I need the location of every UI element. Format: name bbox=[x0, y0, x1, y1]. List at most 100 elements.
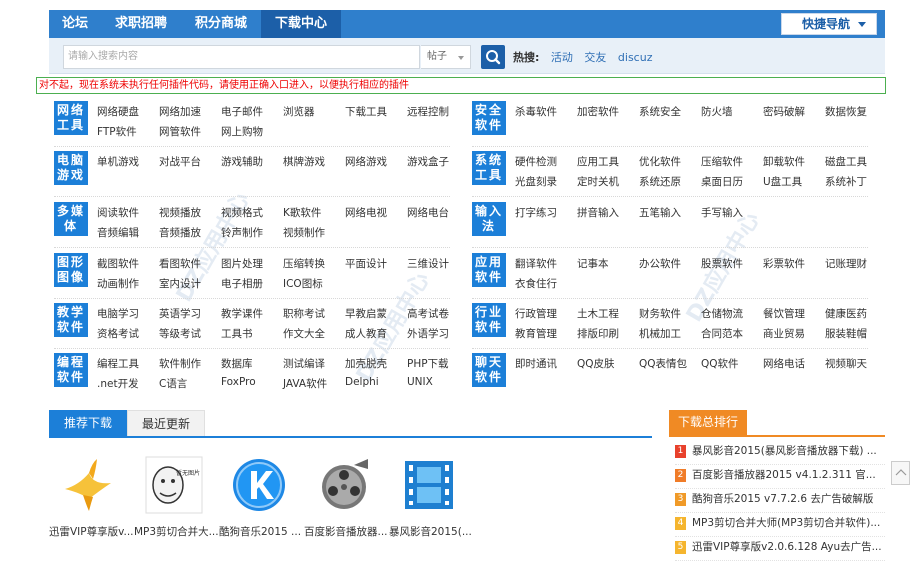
category-label[interactable]: 输入法 bbox=[472, 202, 506, 236]
category-label[interactable]: 聊天 软件 bbox=[472, 353, 506, 387]
category-link[interactable]: 卸载软件 bbox=[763, 154, 805, 169]
category-link[interactable]: 早教启蒙 bbox=[345, 306, 387, 321]
nav-tab-forum[interactable]: 论坛 bbox=[49, 10, 101, 38]
category-link[interactable]: 三维设计 bbox=[407, 256, 449, 271]
category-link[interactable]: 外语学习 bbox=[407, 326, 449, 341]
category-link[interactable]: 服装鞋帽 bbox=[825, 326, 867, 341]
category-link[interactable]: 硬件检测 bbox=[515, 154, 557, 169]
category-link[interactable]: 压缩软件 bbox=[701, 154, 743, 169]
category-link[interactable]: 浏览器 bbox=[283, 104, 315, 119]
app-item[interactable]: 百度影音播放器... bbox=[304, 455, 388, 539]
category-link[interactable]: 行政管理 bbox=[515, 306, 557, 321]
category-link[interactable]: 平面设计 bbox=[345, 256, 387, 271]
category-link[interactable]: 网络电台 bbox=[407, 205, 449, 220]
category-link[interactable]: 教育管理 bbox=[515, 326, 557, 341]
category-link[interactable]: 系统补丁 bbox=[825, 174, 867, 189]
search-button[interactable] bbox=[481, 45, 505, 69]
hot-link-dating[interactable]: 交友 bbox=[584, 51, 606, 64]
app-item[interactable]: 酷狗音乐2015 ... bbox=[219, 455, 303, 539]
category-link[interactable]: 磁盘工具 bbox=[825, 154, 867, 169]
category-label[interactable]: 电脑 游戏 bbox=[54, 151, 88, 185]
category-link[interactable]: 单机游戏 bbox=[97, 154, 139, 169]
category-link[interactable]: 游戏盒子 bbox=[407, 154, 449, 169]
category-link[interactable]: 职称考试 bbox=[283, 306, 325, 321]
category-link[interactable]: QQ软件 bbox=[701, 356, 739, 371]
ranking-item[interactable]: 3 酷狗音乐2015 v7.7.2.6 去广告破解版 bbox=[675, 491, 885, 513]
category-link[interactable]: 系统安全 bbox=[639, 104, 681, 119]
category-link[interactable]: 股票软件 bbox=[701, 256, 743, 271]
category-link[interactable]: 土木工程 bbox=[577, 306, 619, 321]
hot-link-activity[interactable]: 活动 bbox=[551, 51, 573, 64]
category-label[interactable]: 系统 工具 bbox=[472, 151, 506, 185]
category-link[interactable]: 拼音输入 bbox=[577, 205, 619, 220]
category-link[interactable]: 五笔输入 bbox=[639, 205, 681, 220]
category-link[interactable]: 网管软件 bbox=[159, 124, 201, 139]
category-link[interactable]: FoxPro bbox=[221, 376, 256, 388]
tab-recommended[interactable]: 推荐下载 bbox=[49, 410, 127, 436]
category-link[interactable]: 密码破解 bbox=[763, 104, 805, 119]
category-link[interactable]: 远程控制 bbox=[407, 104, 449, 119]
category-link[interactable]: 游戏辅助 bbox=[221, 154, 263, 169]
category-link[interactable]: 编程工具 bbox=[97, 356, 139, 371]
ranking-item[interactable]: 1 暴风影音2015(暴风影音播放器下载) ... bbox=[675, 443, 885, 465]
app-item[interactable]: 暂无图片 MP3剪切合并大... bbox=[134, 455, 218, 539]
category-link[interactable]: 对战平台 bbox=[159, 154, 201, 169]
category-link[interactable]: 系统还原 bbox=[639, 174, 681, 189]
category-link[interactable]: 数据库 bbox=[221, 356, 253, 371]
category-link[interactable]: 应用工具 bbox=[577, 154, 619, 169]
category-link[interactable]: 餐饮管理 bbox=[763, 306, 805, 321]
category-link[interactable]: 翻译软件 bbox=[515, 256, 557, 271]
category-link[interactable]: 电子相册 bbox=[221, 276, 263, 291]
category-link[interactable]: .net开发 bbox=[97, 376, 139, 391]
category-link[interactable]: 财务软件 bbox=[639, 306, 681, 321]
category-link[interactable]: 工具书 bbox=[221, 326, 253, 341]
category-link[interactable]: 商业贸易 bbox=[763, 326, 805, 341]
ranking-item[interactable]: 2 百度影音播放器2015 v4.1.2.311 官... bbox=[675, 467, 885, 489]
tab-recent-updates[interactable]: 最近更新 bbox=[127, 410, 205, 436]
category-label[interactable]: 编程 软件 bbox=[54, 353, 88, 387]
nav-tab-download-center[interactable]: 下载中心 bbox=[261, 10, 341, 38]
category-link[interactable]: 排版印刷 bbox=[577, 326, 619, 341]
category-label[interactable]: 教学 软件 bbox=[54, 303, 88, 337]
category-link[interactable]: 室内设计 bbox=[159, 276, 201, 291]
ranking-item[interactable]: 4 MP3剪切合并大师(MP3剪切合并软件)... bbox=[675, 515, 885, 537]
category-link[interactable]: 彩票软件 bbox=[763, 256, 805, 271]
category-link[interactable]: K歌软件 bbox=[283, 205, 321, 220]
category-link[interactable]: 软件制作 bbox=[159, 356, 201, 371]
category-link[interactable]: 动画制作 bbox=[97, 276, 139, 291]
category-label[interactable]: 多媒体 bbox=[54, 202, 88, 236]
category-link[interactable]: 等级考试 bbox=[159, 326, 201, 341]
category-link[interactable]: 即时通讯 bbox=[515, 356, 557, 371]
category-link[interactable]: 仓储物流 bbox=[701, 306, 743, 321]
category-link[interactable]: QQ表情包 bbox=[639, 356, 687, 371]
category-link[interactable]: JAVA软件 bbox=[283, 376, 327, 391]
category-link[interactable]: 阅读软件 bbox=[97, 205, 139, 220]
category-label[interactable]: 图形 图像 bbox=[54, 253, 88, 287]
category-link[interactable]: 网络电视 bbox=[345, 205, 387, 220]
app-item[interactable]: 暴风影音2015(... bbox=[389, 455, 473, 539]
app-item[interactable]: 迅雷VIP尊享版v... bbox=[49, 455, 133, 539]
category-link[interactable]: 视频制作 bbox=[283, 225, 325, 240]
back-to-top-button[interactable] bbox=[891, 461, 910, 485]
category-link[interactable]: 健康医药 bbox=[825, 306, 867, 321]
category-link[interactable]: 网络加速 bbox=[159, 104, 201, 119]
category-link[interactable]: 打字练习 bbox=[515, 205, 557, 220]
category-link[interactable]: 网上购物 bbox=[221, 124, 263, 139]
category-link[interactable]: UNIX bbox=[407, 376, 433, 388]
category-link[interactable]: 记事本 bbox=[577, 256, 609, 271]
quick-nav-button[interactable]: 快捷导航 bbox=[781, 13, 877, 35]
hot-link-discuz[interactable]: discuz bbox=[618, 51, 653, 64]
category-label[interactable]: 安全 软件 bbox=[472, 101, 506, 135]
category-link[interactable]: 作文大全 bbox=[283, 326, 325, 341]
category-link[interactable]: 手写输入 bbox=[701, 205, 743, 220]
category-link[interactable]: 优化软件 bbox=[639, 154, 681, 169]
search-type-select[interactable]: 帖子 bbox=[421, 45, 471, 69]
category-link[interactable]: 图片处理 bbox=[221, 256, 263, 271]
category-link[interactable]: FTP软件 bbox=[97, 124, 137, 139]
category-link[interactable]: 英语学习 bbox=[159, 306, 201, 321]
category-link[interactable]: 电子邮件 bbox=[221, 104, 263, 119]
ranking-item[interactable]: 5 迅雷VIP尊享版v2.0.6.128 Ayu去广告... bbox=[675, 539, 885, 561]
category-link[interactable]: 棋牌游戏 bbox=[283, 154, 325, 169]
category-link[interactable]: 视频格式 bbox=[221, 205, 263, 220]
category-link[interactable]: 衣食住行 bbox=[515, 276, 557, 291]
